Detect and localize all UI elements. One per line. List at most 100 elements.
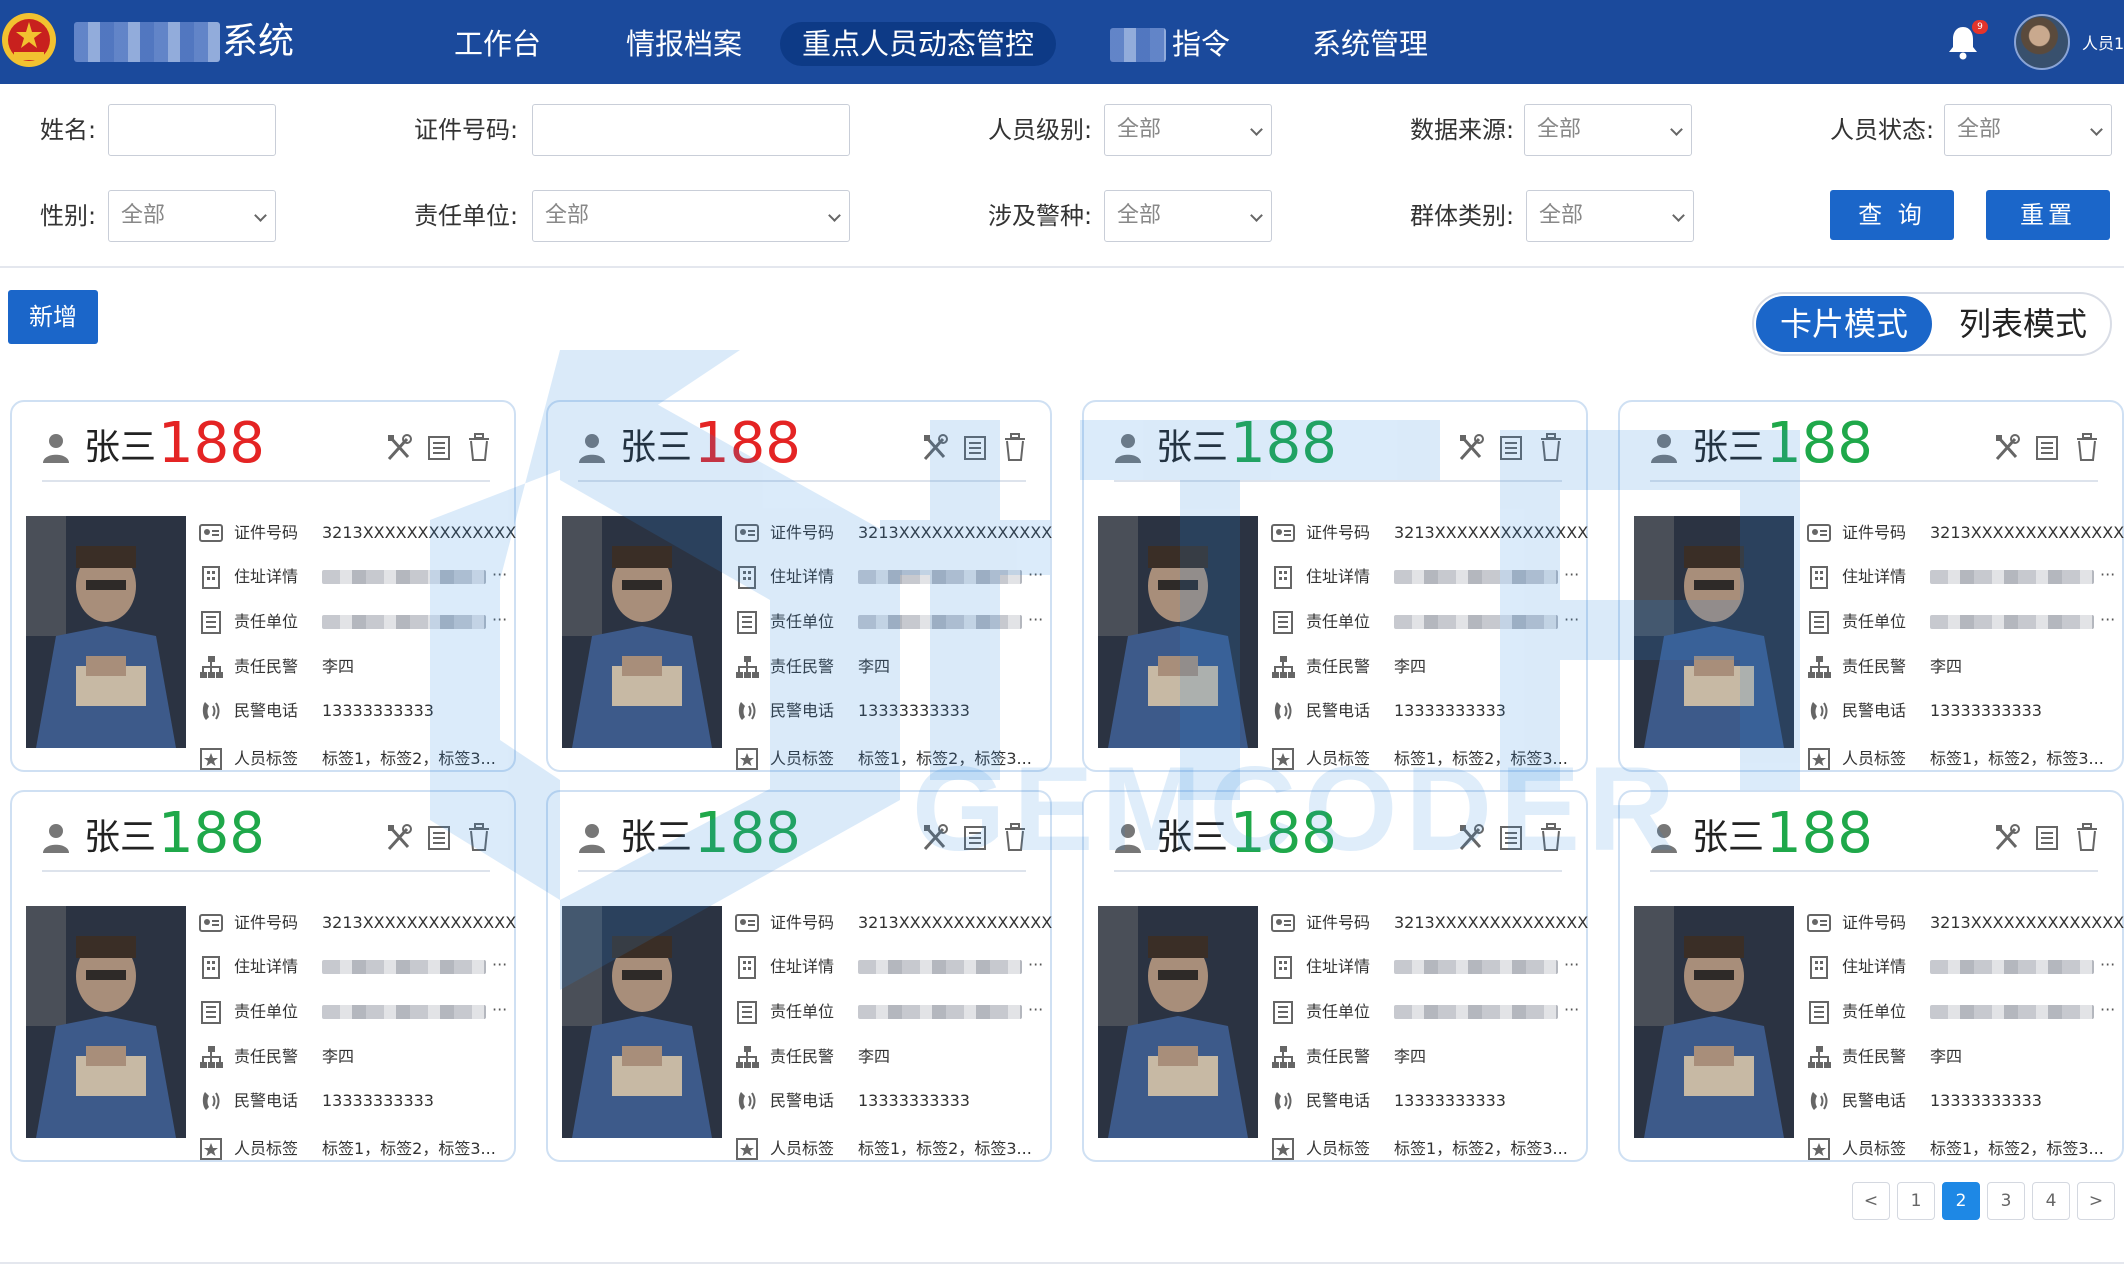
info-row-address: 住址详情 ··· [198,952,508,982]
details-list-icon[interactable] [1498,432,1524,462]
list-mode-button[interactable]: 列表模式 [1938,296,2108,352]
details-list-icon[interactable] [426,822,452,852]
pagination-page-2[interactable]: 2 [1942,1182,1980,1220]
info-row-phone: 民警电话 13333333333 [734,1086,1044,1116]
query-button[interactable]: 查 询 [1830,190,1954,240]
edit-tools-icon[interactable] [1458,432,1484,462]
field-label-unit: 责任单位 [234,612,299,631]
info-row-unit: 责任单位 ··· [198,997,508,1027]
person-card[interactable]: 张三 188 证件号码 3213XXXXXXXXXXXXXX 住址详情 ··· 责任单位 ··… [10,790,516,1162]
info-row-id: 证件号码 3213XXXXXXXXXXXXXX [734,518,1052,548]
tag-star-icon [1272,1138,1294,1160]
person-card[interactable]: 张三 188 证件号码 3213XXXXXXXXXXXXXX 住址详情 ··· 责任单位 ··… [10,400,516,772]
gender-select[interactable]: 全部 [108,190,276,242]
police-type-select[interactable]: 全部 [1104,190,1272,242]
id-number-input[interactable] [532,104,850,156]
blurred-value [322,1005,486,1019]
details-list-icon[interactable] [962,822,988,852]
details-list-icon[interactable] [1498,822,1524,852]
delete-trash-icon[interactable] [1538,432,1564,462]
card-divider [42,870,490,872]
org-chart-icon [1808,1046,1831,1068]
edit-tools-icon[interactable] [922,822,948,852]
chevron-down-icon [1250,209,1263,222]
pagination-page-3[interactable]: 3 [1987,1182,2025,1220]
pagination-next[interactable]: > [2077,1182,2115,1220]
delete-trash-icon[interactable] [2074,822,2100,852]
person-card[interactable]: 张三 188 证件号码 3213XXXXXXXXXXXXXX 住址详情 ··· 责任单位 ··… [1082,400,1588,772]
field-label-id: 证件号码 [1306,913,1371,932]
ellipsis: ··· [1028,955,1044,974]
field-value-officer: 李四 [1930,657,1963,676]
person-card[interactable]: 张三 188 证件号码 3213XXXXXXXXXXXXXX 住址详情 ··· 责任单位 ··… [1618,790,2124,1162]
reset-button[interactable]: 重置 [1986,190,2110,240]
ellipsis: ··· [492,955,508,974]
field-value-id: 3213XXXXXXXXXXXXXX [322,913,517,932]
nav-intel-archive[interactable]: 情报档案 [604,22,764,66]
field-label-officer: 责任民警 [1306,657,1371,676]
responsible-unit-value: 全部 [545,203,590,228]
delete-trash-icon[interactable] [1002,822,1028,852]
office-icon [1809,611,1829,634]
field-label-phone: 民警电话 [234,1091,299,1110]
delete-trash-icon[interactable] [466,822,492,852]
edit-tools-icon[interactable] [386,432,412,462]
blurred-value [1394,960,1558,974]
details-list-icon[interactable] [962,432,988,462]
phone-icon [1274,702,1292,720]
blurred-app-name [74,22,220,62]
blurred-value [858,570,1022,584]
card-divider [1114,870,1562,872]
details-list-icon[interactable] [2034,432,2060,462]
nav-system-management[interactable]: 系统管理 [1290,22,1450,66]
group-category-select[interactable]: 全部 [1526,190,1694,242]
nav-workbench[interactable]: 工作台 [432,22,563,66]
person-card[interactable]: 张三 188 证件号码 3213XXXXXXXXXXXXXX 住址详情 ··· 责任单位 ··… [1082,790,1588,1162]
delete-trash-icon[interactable] [1002,432,1028,462]
delete-trash-icon[interactable] [466,432,492,462]
user-name[interactable]: 人员1 [2082,30,2124,54]
id-card-icon [735,914,759,932]
edit-tools-icon[interactable] [1458,822,1484,852]
delete-trash-icon[interactable] [2074,432,2100,462]
field-label-officer: 责任民警 [1842,1047,1907,1066]
name-input[interactable] [108,104,276,156]
responsible-unit-select[interactable]: 全部 [532,190,850,242]
person-card[interactable]: 张三 188 证件号码 3213XXXXXXXXXXXXXX 住址详情 ··· 责任单位 ··… [1618,400,2124,772]
field-value-tags: 标签1，标签2，标签3... [322,1139,496,1158]
group-category-value: 全部 [1539,203,1584,228]
app-title: 系统 [222,21,295,62]
person-card[interactable]: 张三 188 证件号码 3213XXXXXXXXXXXXXX 住址详情 ··· 责任单位 ··… [546,790,1052,1162]
id-card-icon [199,524,223,542]
field-value-tags: 标签1，标签2，标签3... [322,749,496,768]
edit-tools-icon[interactable] [1994,822,2020,852]
edit-tools-icon[interactable] [922,432,948,462]
person-status-select[interactable]: 全部 [1944,104,2112,156]
edit-tools-icon[interactable] [1994,432,2020,462]
person-card[interactable]: 张三 188 证件号码 3213XXXXXXXXXXXXXX 住址详情 ··· 责任单位 ··… [546,400,1052,772]
add-button[interactable]: 新增 [8,290,98,344]
info-row-officer: 责任民警 李四 [1806,652,2116,682]
nav-key-person-control[interactable]: 重点人员动态管控 [780,22,1057,66]
card-mode-button[interactable]: 卡片模式 [1756,296,1932,352]
ellipsis: ··· [1564,955,1580,974]
pagination-page-1[interactable]: 1 [1897,1182,1935,1220]
data-source-select[interactable]: 全部 [1524,104,1692,156]
nav-directive[interactable]: 指令 [1150,22,1252,66]
user-avatar[interactable] [2014,14,2070,70]
person-photo [562,906,722,1138]
details-list-icon[interactable] [426,432,452,462]
ellipsis: ··· [1028,565,1044,584]
field-value-officer: 李四 [1394,1047,1427,1066]
pagination-page-4[interactable]: 4 [2032,1182,2070,1220]
ellipsis: ··· [1564,610,1580,629]
delete-trash-icon[interactable] [1538,822,1564,852]
office-icon [201,611,221,634]
field-value-officer: 李四 [858,657,891,676]
edit-tools-icon[interactable] [386,822,412,852]
chevron-down-icon [1670,123,1683,136]
details-list-icon[interactable] [2034,822,2060,852]
pagination-prev[interactable]: < [1852,1182,1890,1220]
field-label-tags: 人员标签 [1306,749,1371,768]
person-level-select[interactable]: 全部 [1104,104,1272,156]
